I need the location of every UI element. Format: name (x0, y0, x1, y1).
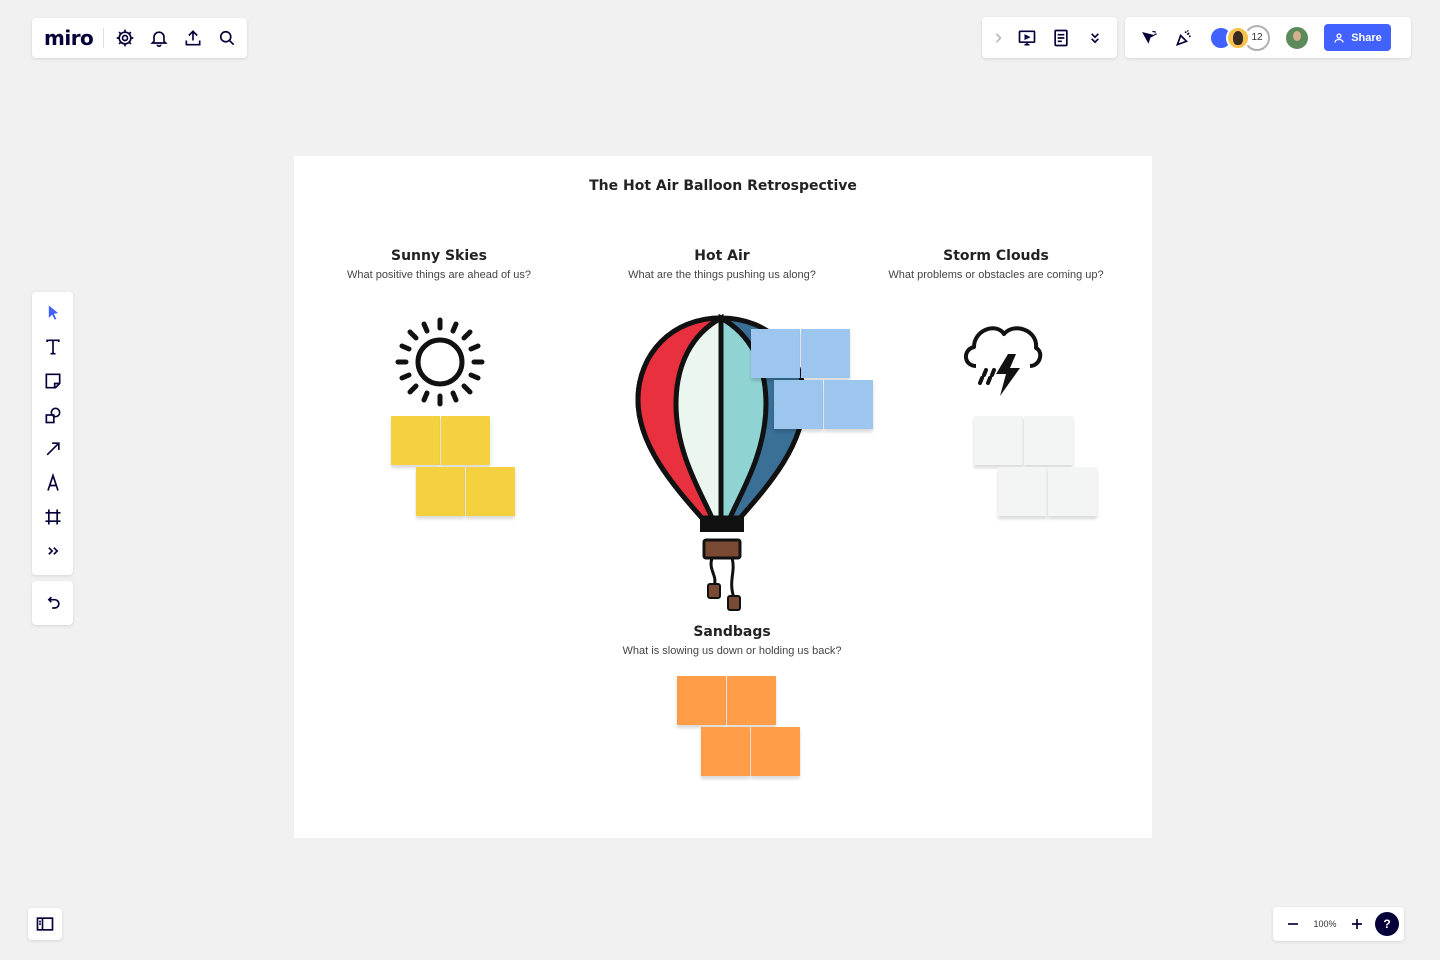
sticky-note[interactable] (466, 467, 515, 516)
storm-clouds-subtitle: What problems or obstacles are coming up… (888, 269, 1104, 281)
sunny-skies-subtitle: What positive things are ahead of us? (346, 269, 532, 281)
hot-air-subtitle: What are the things pushing us along? (628, 269, 816, 281)
current-user-avatar[interactable] (1284, 24, 1310, 51)
user-icon (1334, 32, 1344, 43)
text-icon (45, 339, 60, 355)
shapes-icon (45, 407, 60, 424)
sticky-note-icon (45, 373, 60, 389)
storm-clouds-title: Storm Clouds (943, 248, 1049, 264)
sandbags-subtitle: What is slowing us down or holding us ba… (622, 645, 842, 657)
sticky-note[interactable] (974, 416, 1023, 465)
cursor-tracking-button[interactable] (1133, 21, 1167, 55)
cursor-icon (1142, 30, 1157, 44)
sticky-note[interactable] (416, 467, 465, 516)
pen-icon (46, 473, 59, 491)
miro-logo[interactable]: miro (44, 26, 94, 50)
share-label: Share (1351, 31, 1382, 44)
undo-button[interactable] (36, 586, 70, 620)
frame-icon (45, 509, 60, 525)
pen-tool[interactable] (36, 466, 70, 500)
zoom-out-button[interactable] (1281, 907, 1305, 941)
chevron-right-icon (995, 32, 1002, 43)
sticky-note[interactable] (1048, 467, 1097, 516)
top-right-toolbar: 12 Share (1125, 17, 1411, 58)
text-tool[interactable] (36, 330, 70, 364)
chevron-double-down-icon (1091, 32, 1099, 43)
avatar[interactable] (1226, 25, 1250, 50)
undo-icon (47, 596, 60, 609)
sticky-note[interactable] (391, 416, 440, 465)
sticky-note[interactable] (701, 727, 750, 776)
sticky-note[interactable] (751, 727, 800, 776)
sticky-note-tool[interactable] (36, 364, 70, 398)
search-icon (220, 30, 235, 46)
collapse-toolbar-button[interactable] (986, 21, 1010, 55)
hot-air-title: Hot Air (694, 248, 750, 264)
presentation-button[interactable] (1010, 21, 1044, 55)
board-title: The Hot Air Balloon Retrospective (589, 178, 857, 194)
top-middle-toolbar (982, 17, 1117, 58)
bell-icon (150, 31, 168, 48)
sticky-note[interactable] (751, 329, 800, 378)
collaborator-avatars[interactable]: 12 (1209, 24, 1270, 51)
connection-line-tool[interactable] (36, 432, 70, 466)
sidebar-icon (36, 917, 54, 931)
zoom-controls: 100% ? (1273, 907, 1404, 941)
zoom-level[interactable]: 100% (1305, 919, 1345, 929)
reactions-button[interactable] (1167, 21, 1201, 55)
sticky-note[interactable] (677, 676, 726, 725)
more-tools-button[interactable] (36, 534, 70, 568)
share-button[interactable]: Share (1324, 24, 1391, 51)
chevron-double-right-icon (47, 547, 58, 555)
more-button[interactable] (1078, 21, 1112, 55)
gear-icon (116, 29, 134, 47)
plus-icon (1352, 919, 1362, 929)
sun-icon (395, 317, 485, 407)
frame-tool[interactable] (36, 500, 70, 534)
shapes-tool[interactable] (36, 398, 70, 432)
sticky-note[interactable] (998, 467, 1047, 516)
party-popper-icon (1175, 29, 1191, 46)
left-toolbar (32, 292, 73, 575)
settings-button[interactable] (108, 21, 142, 55)
sticky-note[interactable] (801, 329, 850, 378)
sticky-note[interactable] (441, 416, 490, 465)
sticky-note[interactable] (774, 380, 823, 429)
sticky-note[interactable] (824, 380, 873, 429)
undo-panel (32, 581, 73, 625)
storm-cloud-icon (964, 326, 1043, 396)
sticky-note[interactable] (1024, 416, 1073, 465)
zoom-in-button[interactable] (1345, 907, 1369, 941)
sunny-skies-title: Sunny Skies (390, 248, 487, 264)
notes-button[interactable] (1044, 21, 1078, 55)
sandbags-title: Sandbags (693, 624, 771, 640)
notifications-button[interactable] (142, 21, 176, 55)
search-button[interactable] (210, 21, 244, 55)
toolbar-divider (103, 28, 105, 48)
help-button[interactable]: ? (1375, 912, 1399, 936)
retro-board-frame[interactable]: The Hot Air Balloon Retrospective Sunny … (294, 156, 1152, 838)
board-panel-toggle[interactable] (28, 908, 62, 940)
top-left-toolbar: miro (32, 18, 247, 58)
export-button[interactable] (176, 21, 210, 55)
document-icon (1054, 29, 1068, 46)
upload-icon (185, 30, 201, 46)
arrow-icon (46, 442, 60, 456)
presentation-icon (1018, 30, 1036, 45)
minus-icon (1288, 923, 1298, 925)
pointer-icon (48, 305, 58, 320)
sticky-note[interactable] (727, 676, 776, 725)
select-tool[interactable] (36, 296, 70, 330)
